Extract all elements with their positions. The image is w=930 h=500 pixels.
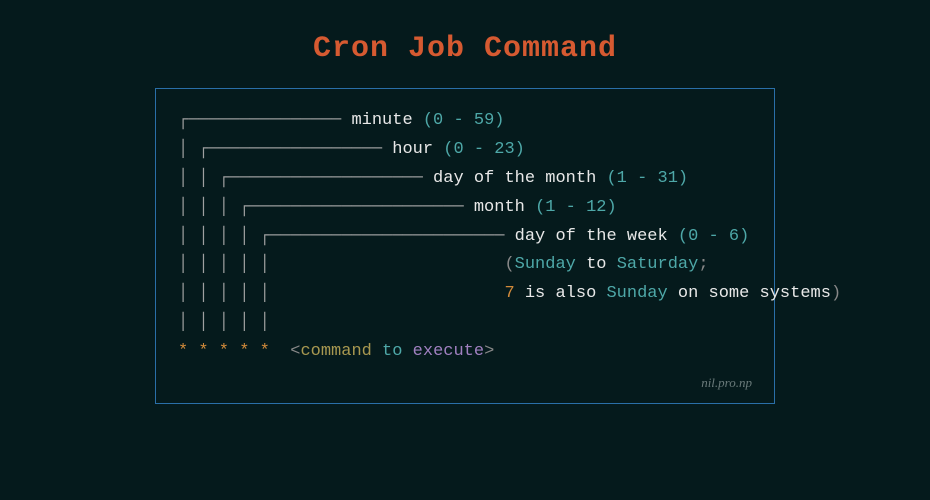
field-dom-range: (1 - 31) (606, 169, 688, 188)
field-hour-label: hour (392, 140, 433, 159)
line-expression: * * * * * <command to execute> (178, 338, 752, 367)
line-month: │ │ │ ┌───────────────────── month (1 - … (178, 194, 752, 223)
cmd-word-execute: execute (413, 342, 484, 361)
note-seven: 7 (504, 284, 514, 303)
line-dom: │ │ ┌─────────────────── day of the mont… (178, 165, 752, 194)
field-dow-range: (0 - 6) (678, 227, 749, 246)
credit-text: nil.pro.np (178, 367, 752, 391)
line-pipes: │ │ │ │ │ (178, 309, 752, 338)
field-month-label: month (474, 198, 525, 217)
cron-diagram-panel: ┌─────────────── minute (0 - 59) │ ┌────… (155, 88, 775, 404)
field-month-range: (1 - 12) (535, 198, 617, 217)
note-sunday: Sunday (515, 255, 576, 274)
note-sunday2: Sunday (606, 284, 667, 303)
cron-stars: * * * * * (178, 342, 270, 361)
line-note1: │ │ │ │ │ (Sunday to Saturday; (178, 251, 752, 280)
line-minute: ┌─────────────── minute (0 - 59) (178, 107, 752, 136)
field-dom-label: day of the month (433, 169, 596, 188)
note-saturday: Saturday (617, 255, 699, 274)
field-minute-label: minute (351, 111, 412, 130)
line-note2: │ │ │ │ │ 7 is also Sunday on some syste… (178, 280, 752, 309)
field-minute-range: (0 - 59) (423, 111, 505, 130)
cmd-word-command: command (300, 342, 371, 361)
page-title: Cron Job Command (0, 0, 930, 88)
line-hour: │ ┌───────────────── hour (0 - 23) (178, 136, 752, 165)
field-hour-range: (0 - 23) (443, 140, 525, 159)
line-dow: │ │ │ │ ┌─────────────────────── day of … (178, 223, 752, 252)
field-dow-label: day of the week (515, 227, 668, 246)
